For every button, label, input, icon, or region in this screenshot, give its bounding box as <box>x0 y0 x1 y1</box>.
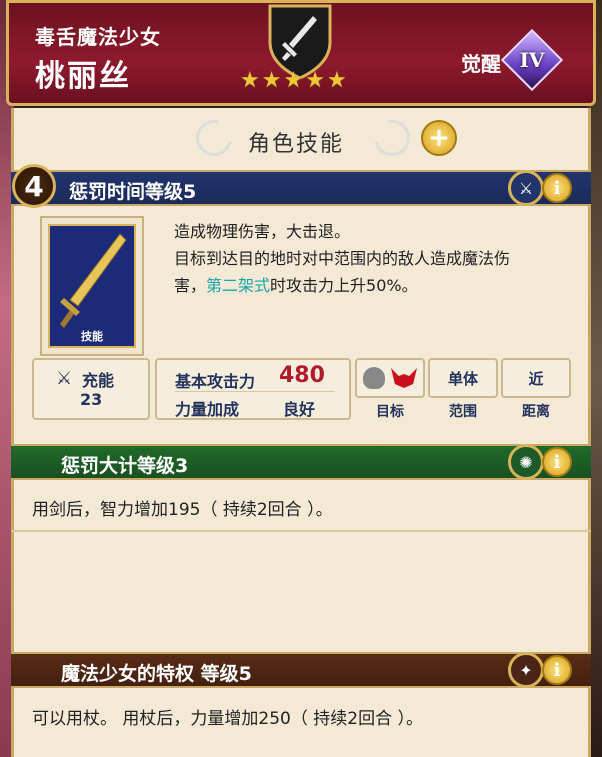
attack-stats-box: 基本攻击力 480 力量加成 良好 <box>155 358 351 420</box>
target-label: 目标 <box>376 404 404 420</box>
skill1-title: 惩罚时间等级5 <box>69 181 197 203</box>
awaken-rank-text: IV <box>519 48 545 72</box>
range-label: 范围 <box>449 404 477 420</box>
skill1-desc-line3: 害，第二架式时攻击力上升50%。 <box>174 272 582 299</box>
charge-box: ⚔ 充能 23 <box>32 358 150 420</box>
base-attack-value: 480 <box>279 363 325 388</box>
golden-sword-icon <box>60 233 127 328</box>
power-bonus-label: 力量加成 <box>175 400 240 419</box>
skill2-info-button[interactable]: i <box>542 447 572 477</box>
magic-skill-icon: ✦ <box>508 652 544 688</box>
desc-highlight: 第二架式 <box>206 276 271 295</box>
star-icon: ★ <box>305 68 325 93</box>
star-icon: ★ <box>240 68 260 93</box>
devil-icon <box>391 368 417 388</box>
charge-label: 充能 <box>82 371 115 390</box>
physical-skill-icon: ⚔ <box>508 170 544 206</box>
swirl-skill-icon: ✺ <box>508 444 544 480</box>
add-skill-button[interactable]: + <box>421 120 457 156</box>
base-attack-label: 基本攻击力 <box>175 372 256 391</box>
skill1-card-label: 技能 <box>81 330 103 343</box>
skill1-desc-line1: 造成物理伤害，大击退。 <box>174 222 351 241</box>
skill3-description: 可以用杖。 用杖后，力量增加250（ 持续2回合 ）。 <box>32 709 423 729</box>
skill2-title: 惩罚大计等级3 <box>61 455 189 477</box>
skill1-description: 造成物理伤害，大击退。 目标到达目的地时对中范围内的敌人造成魔法伤 害，第二架式… <box>174 218 582 299</box>
skill1-level-badge: 4 <box>12 164 56 208</box>
skill2-description: 用剑后，智力增加195（ 持续2回合 ）。 <box>32 500 333 520</box>
target-box <box>355 358 425 398</box>
star-icon: ★ <box>326 68 347 93</box>
charge-value: 23 <box>80 390 103 409</box>
charge-icon: ⚔ <box>56 368 73 389</box>
star-icon: ★ <box>261 68 282 93</box>
section-divider <box>11 530 591 532</box>
skill3-title: 魔法少女的特权 等级5 <box>61 663 252 685</box>
skill3-info-button[interactable]: i <box>542 655 572 685</box>
skill1-header: 惩罚时间等级5 <box>11 170 591 206</box>
character-name: 桃丽丝 <box>35 59 131 94</box>
stat-divider <box>175 391 335 392</box>
desc-text: 害， <box>174 276 207 295</box>
skill1-desc-line2: 目标到达目的地时对中范围内的敌人造成魔法伤 <box>174 249 511 268</box>
awaken-label: 觉醒 <box>461 52 501 76</box>
distance-label: 距离 <box>522 404 550 420</box>
desc-text: 时攻击力上升50%。 <box>270 276 418 295</box>
panel-title: 角色技能 <box>248 132 345 157</box>
skill1-card-art: 技能 <box>48 224 136 348</box>
range-box: 单体 <box>428 358 498 398</box>
skill1-card: 技能 <box>40 216 144 356</box>
star-icon: ★ <box>283 68 304 93</box>
skill1-info-button[interactable]: i <box>542 173 572 203</box>
skull-icon <box>363 367 385 389</box>
skill2-header: 惩罚大计等级3 <box>11 444 591 480</box>
power-bonus-value: 良好 <box>283 400 316 419</box>
star-rating: ★ ★ ★ ★ ★ <box>240 70 362 92</box>
distance-box: 近 <box>501 358 571 398</box>
skill3-header: 魔法少女的特权 等级5 <box>11 652 591 688</box>
character-subtitle: 毒舌魔法少女 <box>35 25 161 49</box>
